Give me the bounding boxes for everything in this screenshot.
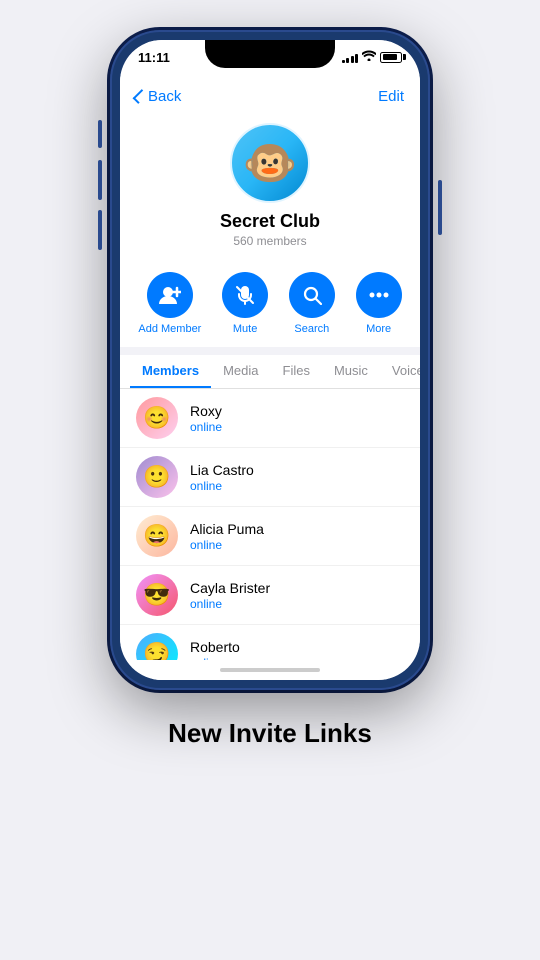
- tab-members[interactable]: Members: [130, 355, 211, 388]
- home-bar: [220, 668, 320, 672]
- silent-switch: [98, 120, 102, 148]
- member-info: Cayla Brister online: [190, 580, 270, 611]
- battery-fill: [383, 54, 397, 60]
- group-name: Secret Club: [220, 211, 320, 232]
- phone-screen: 11:11: [120, 40, 420, 680]
- member-name: Cayla Brister: [190, 580, 270, 596]
- tab-media[interactable]: Media: [211, 355, 270, 388]
- tab-files[interactable]: Files: [271, 355, 322, 388]
- volume-down-button: [98, 210, 102, 250]
- member-name: Alicia Puma: [190, 521, 264, 537]
- avatar: 🙂: [136, 456, 178, 498]
- member-name: Roberto: [190, 639, 240, 655]
- home-indicator: [120, 660, 420, 680]
- navigation-bar: Back Edit: [120, 84, 420, 113]
- member-name: Roxy: [190, 403, 222, 419]
- member-status: online: [190, 538, 264, 552]
- action-buttons-row: Add Member Mute: [120, 260, 420, 347]
- list-item[interactable]: 😊 Roxy online: [120, 389, 420, 448]
- avatar: 😄: [136, 515, 178, 557]
- edit-button[interactable]: Edit: [378, 88, 404, 105]
- add-member-button[interactable]: Add Member: [138, 272, 201, 335]
- member-info: Roxy online: [190, 403, 222, 434]
- page-title: New Invite Links: [168, 718, 372, 749]
- phone-shell: 11:11: [110, 30, 430, 690]
- avatar: 😏: [136, 633, 178, 660]
- volume-up-button: [98, 160, 102, 200]
- member-info: Roberto online: [190, 639, 240, 661]
- group-avatar-emoji: 🐵: [243, 137, 298, 189]
- status-bar: 11:11: [120, 40, 420, 84]
- members-list: 😊 Roxy online 🙂 Lia Castro online 😄: [120, 389, 420, 660]
- mute-icon: [222, 272, 268, 318]
- member-status: online: [190, 597, 270, 611]
- list-item[interactable]: 😄 Alicia Puma online: [120, 507, 420, 566]
- more-icon: [356, 272, 402, 318]
- signal-icon: [342, 51, 359, 63]
- tab-music[interactable]: Music: [322, 355, 380, 388]
- search-button[interactable]: Search: [289, 272, 335, 335]
- status-time: 11:11: [138, 50, 170, 65]
- notch: [205, 40, 335, 68]
- more-button[interactable]: More: [356, 272, 402, 335]
- tabs-container: Members Media Files Music Voice Li...: [120, 355, 420, 389]
- tabs-row: Members Media Files Music Voice Li...: [120, 355, 420, 388]
- mute-button[interactable]: Mute: [222, 272, 268, 335]
- search-label: Search: [294, 323, 329, 335]
- search-icon: [289, 272, 335, 318]
- member-status: online: [190, 420, 222, 434]
- section-divider: [120, 347, 420, 355]
- more-label: More: [366, 323, 391, 335]
- member-status: online: [190, 479, 254, 493]
- page-wrapper: 11:11: [0, 0, 540, 960]
- add-member-icon: [147, 272, 193, 318]
- power-button: [438, 180, 442, 235]
- list-item[interactable]: 😎 Cayla Brister online: [120, 566, 420, 625]
- list-item[interactable]: 😏 Roberto online: [120, 625, 420, 660]
- chevron-left-icon: [133, 89, 148, 104]
- avatar: 😊: [136, 397, 178, 439]
- avatar: 😎: [136, 574, 178, 616]
- group-avatar: 🐵: [230, 123, 310, 203]
- group-members-count: 560 members: [233, 234, 306, 248]
- member-info: Lia Castro online: [190, 462, 254, 493]
- mute-label: Mute: [233, 323, 257, 335]
- list-item[interactable]: 🙂 Lia Castro online: [120, 448, 420, 507]
- member-name: Lia Castro: [190, 462, 254, 478]
- member-info: Alicia Puma online: [190, 521, 264, 552]
- back-label: Back: [148, 88, 181, 105]
- battery-icon: [380, 52, 402, 63]
- status-icons: [342, 50, 403, 64]
- wifi-icon: [362, 50, 376, 64]
- tab-voice[interactable]: Voice: [380, 355, 420, 388]
- back-button[interactable]: Back: [136, 88, 181, 105]
- add-member-label: Add Member: [138, 323, 201, 335]
- group-profile: 🐵 Secret Club 560 members: [120, 113, 420, 260]
